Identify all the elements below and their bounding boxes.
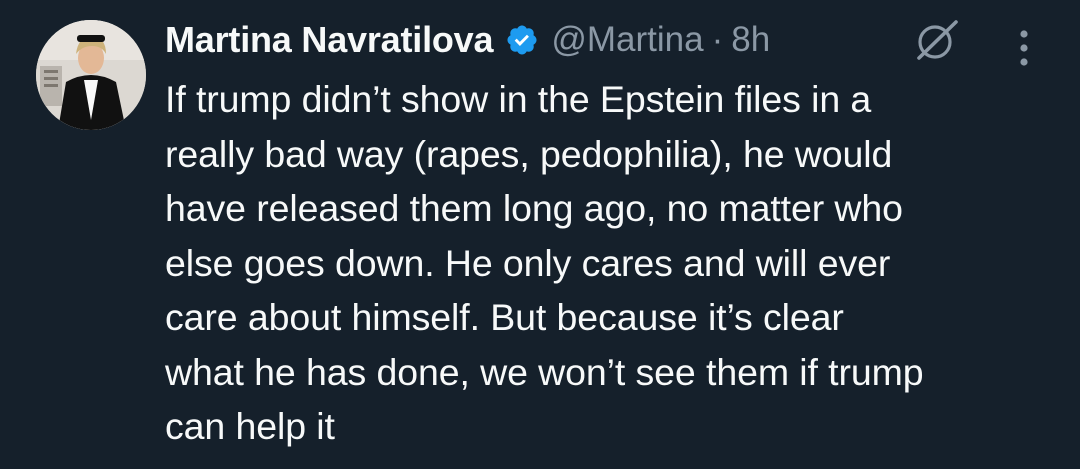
grok-icon[interactable] bbox=[912, 18, 962, 64]
avatar[interactable] bbox=[36, 20, 146, 130]
timestamp[interactable]: 8h bbox=[731, 20, 770, 60]
display-name[interactable]: Martina Navratilova bbox=[165, 19, 494, 61]
tweet-card[interactable]: Martina Navratilova @Martina · 8h If tru… bbox=[0, 0, 1080, 469]
separator-dot: · bbox=[711, 20, 724, 59]
tweet-text: If trump didn’t show in the Epstein file… bbox=[165, 78, 924, 447]
user-handle[interactable]: @Martina bbox=[551, 20, 703, 60]
more-vertical-icon[interactable] bbox=[1014, 26, 1034, 70]
tweet-header: Martina Navratilova @Martina · 8h bbox=[165, 14, 770, 66]
verified-badge-icon[interactable] bbox=[505, 23, 539, 57]
